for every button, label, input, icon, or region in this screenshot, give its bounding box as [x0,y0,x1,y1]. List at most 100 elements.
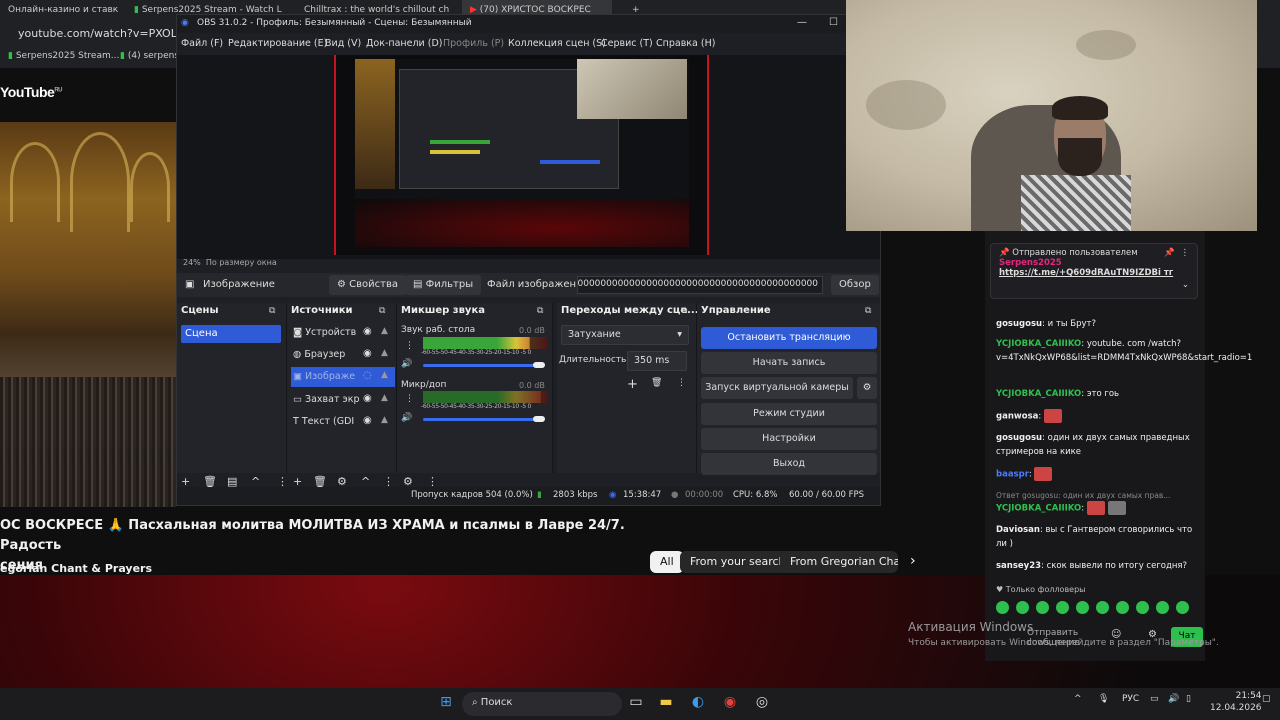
undock-icon[interactable]: ⧉ [379,306,385,316]
settings-button[interactable]: Настройки [701,428,877,450]
browser-tab[interactable]: Онлайн-казино и ставк× [0,0,120,22]
menu-profile[interactable]: Профиль (P) [443,38,504,49]
kebab-menu-icon[interactable]: ⋮ [405,394,414,404]
minimize-button[interactable]: — [797,17,807,28]
address-bar[interactable]: youtube.com/watch?v=PXOLazQ [14,24,202,44]
search-icon: ⌕ [472,697,478,708]
webcam-overlay [846,0,1257,231]
duration-label: Длительность [559,355,627,365]
source-item[interactable]: ▭ Захват экр ◉ ▲ [291,390,395,410]
menu-file[interactable]: Файл (F) [181,38,223,49]
chip-gregorian[interactable]: From Gregorian Chant [780,551,898,573]
virtual-camera-button[interactable]: Запуск виртуальной камеры [701,377,853,399]
obs-preview[interactable] [177,55,880,259]
volume-fader-knob[interactable] [533,416,545,422]
cpu-usage: CPU: 6.8% [733,490,778,500]
chevron-up-icon[interactable]: ^ [1074,694,1082,704]
add-icon[interactable]: + [627,377,638,392]
bookmark-item[interactable]: ▮ Serpens2025 Stream... [8,51,119,61]
studio-mode-button[interactable]: Режим студии [701,403,877,425]
kebab-menu-icon[interactable]: ⋮ [1181,248,1190,258]
chip-all[interactable]: All [650,551,684,573]
undock-icon[interactable]: ⧉ [681,306,687,316]
taskbar: ⊞ ⌕ Поиск ▭ ▬ ◐ ◉ ◎ ^ 🎙 РУС ▭ 🔊 ▯ 21:54 1… [0,688,1280,720]
menu-view[interactable]: Вид (V) [325,38,361,49]
chat-message: gosugosu: один их двух самых праведных с… [996,433,1190,457]
transition-select[interactable]: Затухание ▾ [561,325,689,345]
emote-bar[interactable] [996,601,1196,619]
eye-hidden-icon[interactable]: ◌ [363,370,372,381]
browse-button[interactable]: Обзор [831,275,879,295]
zoom-bar[interactable]: 24% По размеру окна [177,257,880,269]
scene-item[interactable]: Сцена [181,325,281,343]
trash-icon[interactable]: 🗑 [651,378,662,388]
chrome-icon[interactable]: ◉ [720,694,740,714]
filters-button[interactable]: ▤ Фильтры [405,275,482,295]
duration-spinbox[interactable]: 350 ms [627,351,687,371]
kebab-menu-icon[interactable]: ⋮ [677,378,686,388]
image-file-field[interactable]: 0000000000000000000000000000000000000000… [577,276,823,294]
notification-icon[interactable]: ▢ [1262,694,1271,704]
clock[interactable]: 21:54 12.04.2026 [1210,690,1262,714]
lock-icon[interactable]: ▲ [381,326,388,336]
lock-icon[interactable]: ▲ [381,415,388,425]
mic-icon[interactable]: 🎙 [1098,694,1109,704]
menu-scene-collection[interactable]: Коллекция сцен (S) [508,38,606,49]
pinned-message[interactable]: 📌 Отправлено пользователем 📌 ⋮ Serpens2025… [990,243,1198,299]
channel-name[interactable]: egorian Chant & Prayers [0,562,152,575]
volume-icon[interactable]: 🔊 [1168,694,1179,704]
undock-icon[interactable]: ⧉ [537,306,543,316]
youtube-logo[interactable]: YouTubeRU [0,84,62,100]
chevron-right-icon[interactable]: › [910,553,916,569]
speaker-icon[interactable]: 🔊 [401,359,412,369]
menu-edit[interactable]: Редактирование (E) [228,38,327,49]
start-icon[interactable]: ⊞ [436,694,456,714]
menu-tools[interactable]: Сервис (T) [601,38,653,49]
pin-icon[interactable]: 📌 [1164,248,1175,258]
source-item-selected[interactable]: ▣ Изображе ◌ ▲ [291,367,395,387]
source-item[interactable]: T Текст (GDI ◉ ▲ [291,412,395,432]
source-item[interactable]: ◍ Браузер ◉ ▲ [291,345,395,365]
battery-icon[interactable]: ▯ [1186,694,1191,704]
gear-icon[interactable]: ⚙ [857,377,877,399]
taskbar-search[interactable]: ⌕ Поиск [462,692,622,716]
task-view-icon[interactable]: ▭ [626,694,646,714]
transitions-title: Переходы между сце... [561,305,699,316]
windows-activation-subtitle: Чтобы активировать Windows, перейдите в … [908,638,1219,648]
exit-button[interactable]: Выход [701,453,877,475]
language-indicator[interactable]: РУС [1122,694,1139,704]
lock-icon[interactable]: ▲ [381,348,388,358]
chip-from-search[interactable]: From your search [680,551,796,573]
undock-icon[interactable]: ⧉ [269,306,275,316]
stream-chat: 📌 Отправлено пользователем 📌 ⋮ Serpens2025… [985,231,1253,661]
eye-icon[interactable]: ◉ [363,348,372,359]
edge-icon[interactable]: ◐ [688,694,708,714]
eye-icon[interactable]: ◉ [363,393,372,404]
menu-help[interactable]: Справка (H) [656,38,715,49]
folder-icon[interactable]: ▬ [656,694,676,714]
volume-fader[interactable] [423,418,539,421]
network-icon[interactable]: ▭ [1150,694,1159,704]
speaker-icon[interactable]: 🔊 [401,413,412,423]
lock-icon[interactable]: ▲ [381,393,388,403]
volume-fader-knob[interactable] [533,362,545,368]
eye-icon[interactable]: ◉ [363,415,372,426]
source-item[interactable]: ◙ Устройств ◉ ▲ [291,323,395,343]
kebab-menu-icon[interactable]: ⋮ [405,341,414,351]
eye-icon[interactable]: ◉ [363,326,372,337]
properties-button[interactable]: ⚙ Свойства [329,275,406,295]
undock-icon[interactable]: ⧉ [865,306,871,316]
stop-stream-button[interactable]: Остановить трансляцию [701,327,877,349]
pinned-link[interactable]: https://t.me/+Q609dRAuTN9IZDBi тг [999,268,1189,278]
obs-icon[interactable]: ◎ [752,694,772,714]
start-recording-button[interactable]: Начать запись [701,352,877,374]
maximize-button[interactable]: ☐ [829,17,838,28]
menu-docks[interactable]: Док-панели (D) [366,38,442,49]
chat-message: YCJIOBKA_CAIIIKO: youtube. com /watch?v=… [996,339,1253,363]
volume-fader[interactable] [423,364,539,367]
kick-icon: ▮ [134,5,139,15]
controls-title: Управление [701,305,771,316]
chevron-down-icon[interactable]: ⌄ [1182,280,1189,290]
lock-icon[interactable]: ▲ [381,370,388,380]
video-player[interactable] [0,122,176,507]
